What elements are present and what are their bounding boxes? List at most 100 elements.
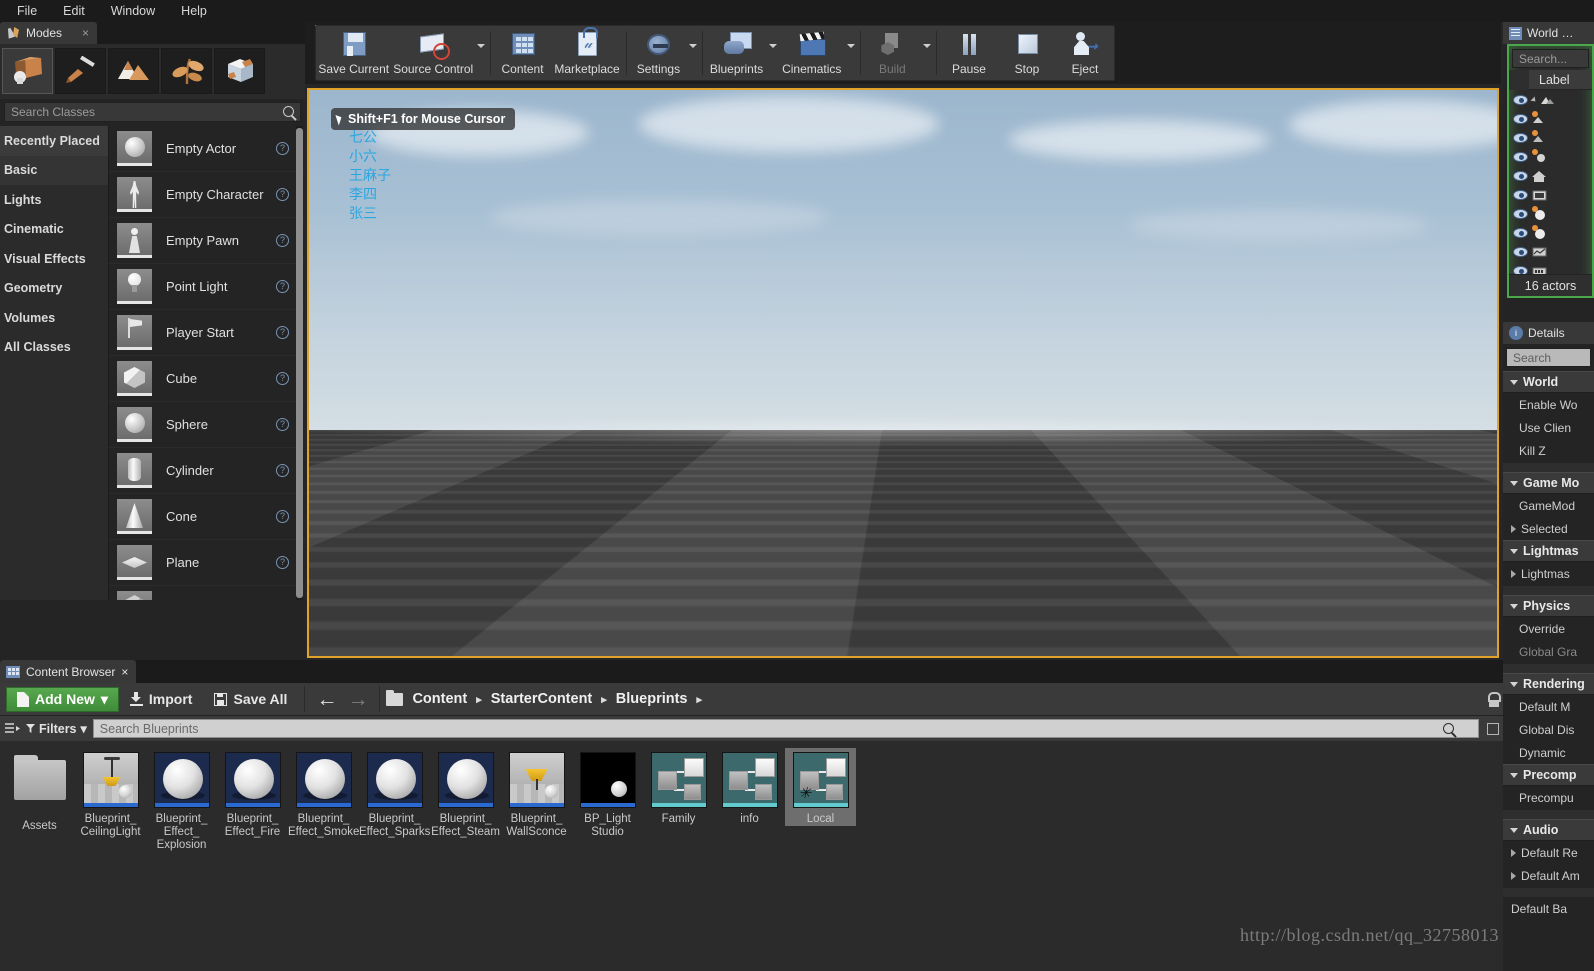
tab-details[interactable]: i Details [1503, 322, 1594, 344]
source-control-dropdown[interactable] [475, 26, 487, 80]
close-icon[interactable]: × [82, 26, 89, 40]
asset-tile[interactable]: Blueprint_ Effect_ Explosion [146, 748, 217, 852]
category-cinematic[interactable]: Cinematic [0, 215, 108, 245]
outliner-row[interactable] [1509, 147, 1592, 166]
menu-item-edit[interactable]: Edit [50, 2, 98, 20]
help-icon[interactable]: ? [276, 556, 289, 569]
pause-button[interactable]: Pause [940, 26, 998, 80]
content-button[interactable]: Content [494, 26, 552, 80]
eye-icon[interactable] [1513, 189, 1528, 200]
outliner-row[interactable] [1509, 128, 1592, 147]
list-item[interactable]: Empty Character ? [109, 172, 305, 218]
eye-icon[interactable] [1513, 94, 1528, 105]
add-new-button[interactable]: Add New ▾ [6, 686, 119, 712]
cinematics-button[interactable]: Cinematics [779, 26, 845, 80]
outliner-row[interactable] [1509, 242, 1592, 261]
details-search-input[interactable]: Search [1506, 348, 1591, 367]
paint-mode-button[interactable] [55, 48, 106, 94]
outliner-row[interactable] [1509, 90, 1592, 109]
help-icon[interactable]: ? [276, 510, 289, 523]
eye-icon[interactable] [1513, 246, 1528, 257]
asset-tile[interactable]: Blueprint_ Effect_Smoke [288, 748, 359, 839]
breadcrumb-sep[interactable]: ▸ [697, 693, 703, 706]
close-icon[interactable]: × [121, 665, 128, 679]
asset-tile[interactable]: Blueprint_ Effect_Steam [430, 748, 501, 839]
details-category-world[interactable]: World [1503, 371, 1594, 393]
category-all-classes[interactable]: All Classes [0, 333, 108, 363]
help-icon[interactable]: ? [276, 326, 289, 339]
breadcrumb-content[interactable]: Content [412, 691, 467, 707]
list-item[interactable]: Cone ? [109, 494, 305, 540]
filters-button[interactable]: Filters ▾ [26, 721, 87, 736]
details-category-precomputed[interactable]: Precomp [1503, 764, 1594, 786]
details-row[interactable]: Default M [1503, 695, 1594, 718]
category-visual-effects[interactable]: Visual Effects [0, 244, 108, 274]
category-basic[interactable]: Basic [0, 155, 108, 185]
eye-icon[interactable] [1513, 132, 1528, 143]
help-icon[interactable]: ? [276, 464, 289, 477]
blueprints-button[interactable]: Blueprints [706, 26, 767, 80]
landscape-mode-button[interactable] [108, 48, 159, 94]
save-search-icon[interactable] [1487, 722, 1499, 735]
asset-tile[interactable]: Blueprint_ Effect_Sparks [359, 748, 430, 839]
marketplace-button[interactable]: Marketplace [552, 26, 623, 80]
list-item[interactable]: Cylinder ? [109, 448, 305, 494]
outliner-row[interactable] [1509, 109, 1592, 128]
expander-icon[interactable] [1530, 95, 1538, 104]
outliner-row[interactable] [1509, 223, 1592, 242]
tab-world-outliner[interactable]: World … [1503, 22, 1594, 44]
asset-tile[interactable]: Blueprint_ Effect_Fire [217, 748, 288, 839]
details-category-game-mode[interactable]: Game Mo [1503, 472, 1594, 494]
forward-button[interactable]: → [342, 687, 373, 712]
category-geometry[interactable]: Geometry [0, 274, 108, 304]
sources-toggle-icon[interactable] [4, 722, 20, 735]
help-icon[interactable]: ? [276, 234, 289, 247]
source-control-button[interactable]: Source Control [392, 26, 475, 80]
details-category-physics[interactable]: Physics [1503, 595, 1594, 617]
list-item[interactable]: Sphere ? [109, 402, 305, 448]
list-item[interactable]: Player Start ? [109, 310, 305, 356]
breadcrumb-startercontent[interactable]: StarterContent [491, 691, 593, 707]
help-icon[interactable]: ? [276, 372, 289, 385]
menu-item-window[interactable]: Window [98, 2, 168, 20]
details-category-lightmass[interactable]: Lightmas [1503, 540, 1594, 562]
build-dropdown[interactable] [921, 26, 933, 80]
details-row[interactable]: Override [1503, 617, 1594, 640]
outliner-row[interactable] [1509, 185, 1592, 204]
save-all-button[interactable]: Save All [203, 687, 298, 712]
details-row[interactable]: Default Am [1503, 864, 1594, 887]
asset-tile[interactable]: info [714, 748, 785, 826]
cinematics-dropdown[interactable] [845, 26, 857, 80]
details-row[interactable]: Precompu [1503, 786, 1594, 809]
help-icon[interactable]: ? [276, 280, 289, 293]
eye-icon[interactable] [1513, 170, 1528, 181]
details-row[interactable]: Enable Wo [1503, 393, 1594, 416]
list-item[interactable]: Empty Pawn ? [109, 218, 305, 264]
geometry-editing-mode-button[interactable] [214, 48, 265, 94]
asset-tile[interactable]: Family [643, 748, 714, 826]
asset-tile-folder[interactable]: Assets [4, 748, 75, 833]
category-volumes[interactable]: Volumes [0, 303, 108, 333]
details-row[interactable]: Use Clien [1503, 416, 1594, 439]
actor-list-scrollbar[interactable] [296, 128, 303, 598]
list-item[interactable]: Cube ? [109, 356, 305, 402]
outliner-search-input[interactable]: Search... [1512, 49, 1589, 68]
category-recently-placed[interactable]: Recently Placed [0, 126, 108, 156]
details-row[interactable]: Lightmas [1503, 562, 1594, 585]
save-current-button[interactable]: Save Current [316, 26, 392, 80]
search-assets-input[interactable]: Search Blueprints [92, 719, 1479, 738]
outliner-row[interactable] [1509, 166, 1592, 185]
details-row[interactable]: Dynamic [1503, 741, 1594, 764]
eject-button[interactable]: ➞ Eject [1056, 26, 1114, 80]
details-category-rendering[interactable]: Rendering [1503, 673, 1594, 695]
search-classes-input[interactable]: Search Classes [4, 102, 301, 122]
settings-button[interactable]: Settings [629, 26, 687, 80]
place-mode-button[interactable] [2, 48, 53, 94]
details-row[interactable]: GameMod [1503, 494, 1594, 517]
details-row[interactable]: Kill Z [1503, 439, 1594, 462]
menu-item-file[interactable]: File [4, 2, 50, 20]
list-item[interactable]: Empty Actor ? [109, 126, 305, 172]
stop-button[interactable]: Stop [998, 26, 1056, 80]
help-icon[interactable]: ? [276, 188, 289, 201]
breadcrumb-blueprints[interactable]: Blueprints [616, 691, 688, 707]
